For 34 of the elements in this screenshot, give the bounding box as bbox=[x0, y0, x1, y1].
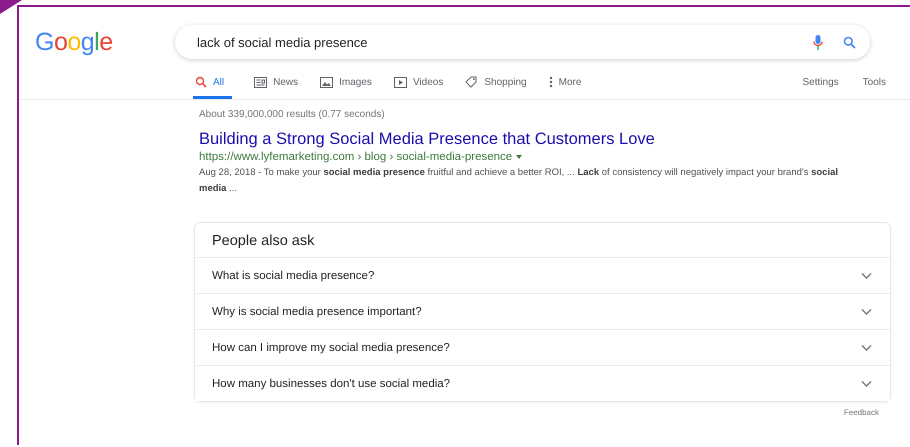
more-icon bbox=[548, 76, 553, 88]
search-tab[interactable]: Images bbox=[320, 77, 372, 99]
tag-icon bbox=[465, 76, 478, 88]
search-icon bbox=[195, 76, 207, 88]
search-field[interactable]: lack of social media presence bbox=[195, 34, 813, 50]
search-tab[interactable]: News bbox=[254, 77, 298, 99]
chevron-icon bbox=[861, 380, 872, 386]
result-url: https://www.lyfemarketing.com › blog › social-media-presence bbox=[199, 151, 512, 163]
microphone-icon[interactable] bbox=[813, 34, 823, 50]
question-row[interactable]: How can I improve my social media presence? bbox=[195, 329, 890, 365]
question-row[interactable]: Why is social media presence important? bbox=[195, 293, 890, 329]
toolbar-link[interactable]: Tools bbox=[862, 77, 886, 99]
caret-icon[interactable] bbox=[516, 155, 522, 159]
chevron-icon bbox=[861, 344, 872, 350]
question-row[interactable]: What is social media presence? bbox=[195, 257, 890, 293]
result-title-link[interactable]: Building a Strong Social Media Presence that Customers Love bbox=[199, 130, 655, 149]
result-snippet: Aug 28, 2018 - To make your social media presence fruitful and achieve a better ROI, ... Lack of consistency will negatively impact your brand's social media ... bbox=[199, 166, 840, 196]
feedback-link[interactable]: Feedback bbox=[199, 408, 879, 417]
toolbar-link[interactable]: Settings bbox=[802, 77, 839, 99]
search-tab[interactable]: All bbox=[193, 76, 232, 99]
search-tab[interactable]: More bbox=[548, 76, 582, 99]
image-icon bbox=[320, 77, 334, 88]
corner-marker bbox=[0, 0, 22, 14]
result-stats: About 339,000,000 results (0.77 seconds) bbox=[199, 109, 386, 120]
search-tab[interactable]: Shopping bbox=[465, 76, 527, 99]
search-tab[interactable]: Videos bbox=[394, 77, 444, 99]
chevron-icon bbox=[861, 272, 872, 278]
panel-heading: People also ask bbox=[211, 232, 316, 251]
play-icon bbox=[394, 77, 407, 88]
question-row[interactable]: How many businesses don't use social media? bbox=[195, 365, 890, 401]
chevron-icon bbox=[861, 308, 872, 314]
search-icon[interactable] bbox=[843, 36, 856, 48]
google-logo[interactable]: Google bbox=[35, 28, 175, 56]
newspaper-icon bbox=[254, 77, 268, 88]
